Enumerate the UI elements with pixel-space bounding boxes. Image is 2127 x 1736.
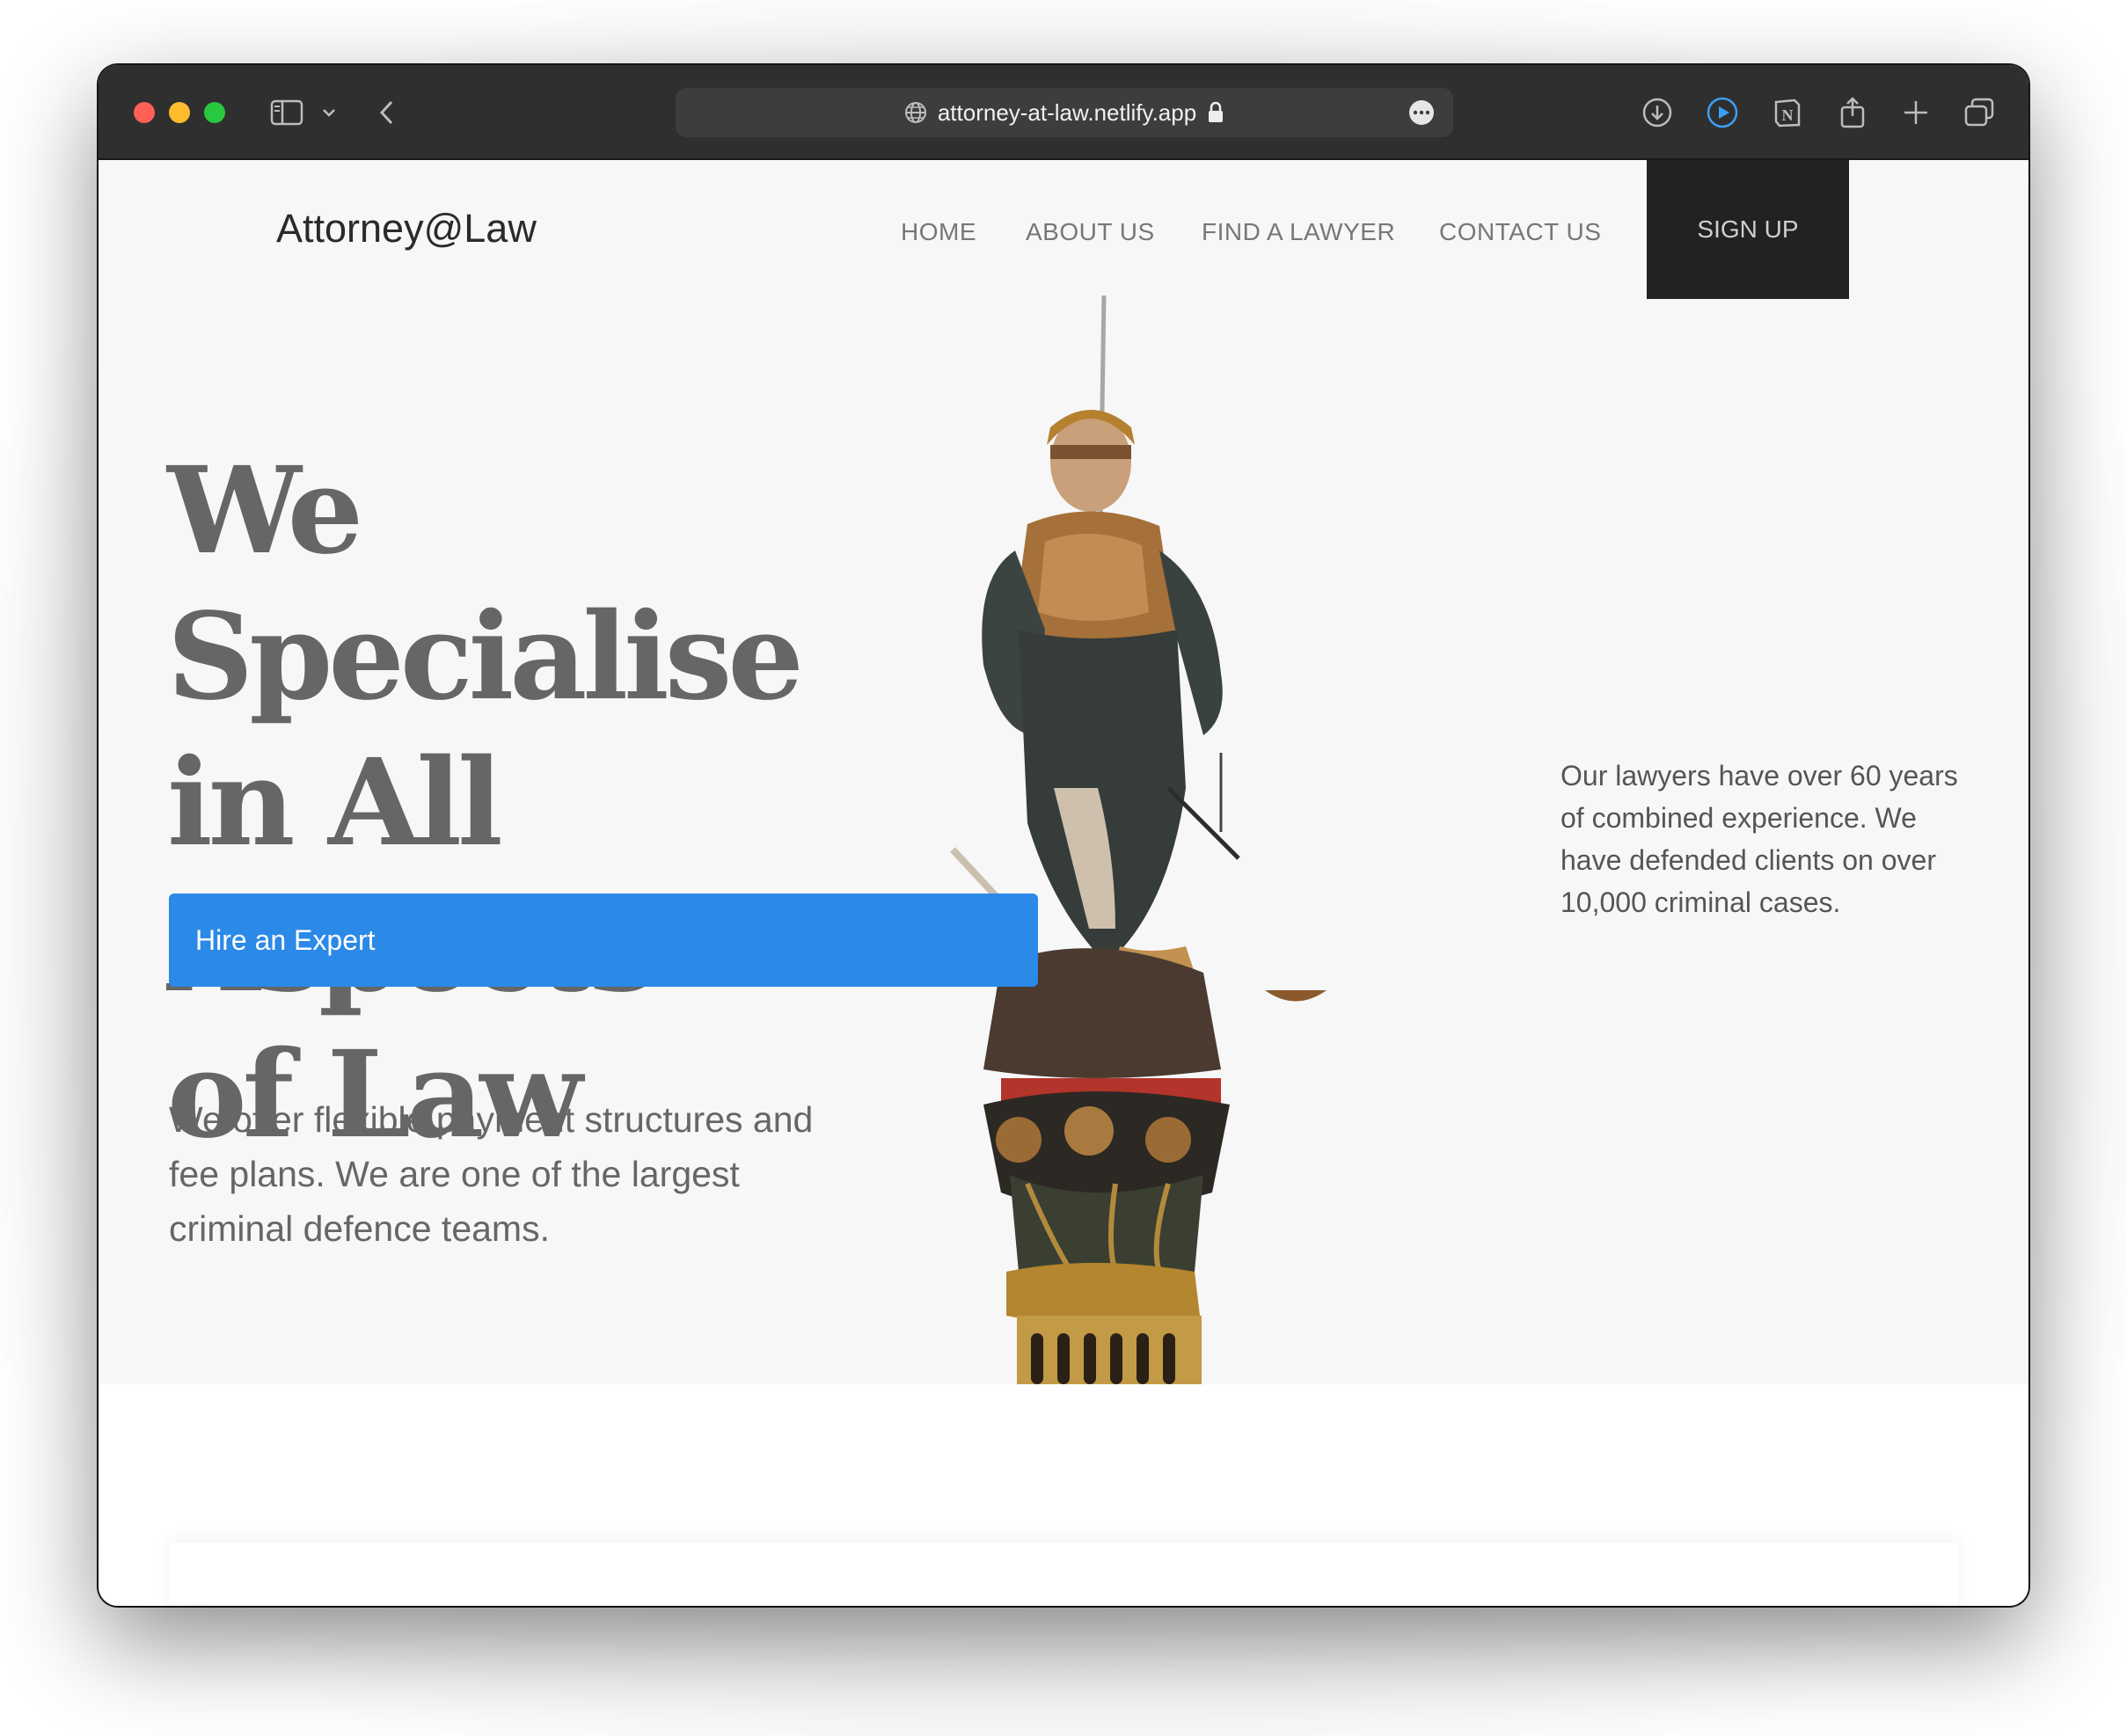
close-window-button[interactable] (134, 102, 155, 123)
site-logo[interactable]: Attorney@Law (276, 206, 537, 252)
back-icon[interactable] (373, 91, 399, 134)
notion-icon[interactable]: N (1766, 91, 1809, 134)
share-icon[interactable] (1831, 91, 1874, 134)
hero-lead-text: We offer flexible payment structures and… (169, 1099, 814, 1249)
nav-about-us[interactable]: ABOUT US (1026, 218, 1155, 246)
address-bar[interactable]: attorney-at-law.netlify.app (676, 88, 1453, 137)
browser-window: attorney-at-law.netlify.app N Attorney@L… (99, 65, 2028, 1606)
svg-text:N: N (1782, 106, 1794, 124)
sign-up-button[interactable]: SIGN UP (1647, 160, 1849, 299)
globe-icon (904, 101, 927, 124)
headline-line-1: We Specialise (167, 441, 804, 727)
plus-icon[interactable] (1895, 91, 1937, 134)
hero-headline: We Specialise in All Aspects of Law (167, 438, 1012, 1168)
download-icon[interactable] (1636, 91, 1678, 134)
sidebar-icon[interactable] (269, 91, 304, 134)
browser-toolbar: attorney-at-law.netlify.app N (99, 65, 2028, 160)
more-icon[interactable] (1409, 100, 1434, 125)
hero-section: Attorney@Law HOME ABOUT US FIND A LAWYER… (99, 160, 2028, 1384)
content-card (169, 1543, 1958, 1606)
tabs-icon[interactable] (1958, 91, 2000, 134)
lock-icon (1207, 101, 1224, 124)
web-page: Attorney@Law HOME ABOUT US FIND A LAWYER… (99, 160, 2028, 1606)
next-section (99, 1384, 2028, 1606)
zoom-window-button[interactable] (204, 102, 225, 123)
nav-find-a-lawyer[interactable]: FIND A LAWYER (1202, 218, 1395, 246)
hire-an-expert-button[interactable]: Hire an Expert (169, 894, 1038, 987)
chevron-down-icon[interactable] (318, 91, 340, 134)
url-text: attorney-at-law.netlify.app (937, 98, 1197, 126)
nav-home[interactable]: HOME (901, 218, 976, 246)
play-icon[interactable] (1701, 91, 1743, 134)
minimize-window-button[interactable] (169, 102, 190, 123)
nav-contact-us[interactable]: CONTACT US (1439, 218, 1601, 246)
experience-text: Our lawyers have over 60 years of combin… (1561, 760, 1958, 918)
